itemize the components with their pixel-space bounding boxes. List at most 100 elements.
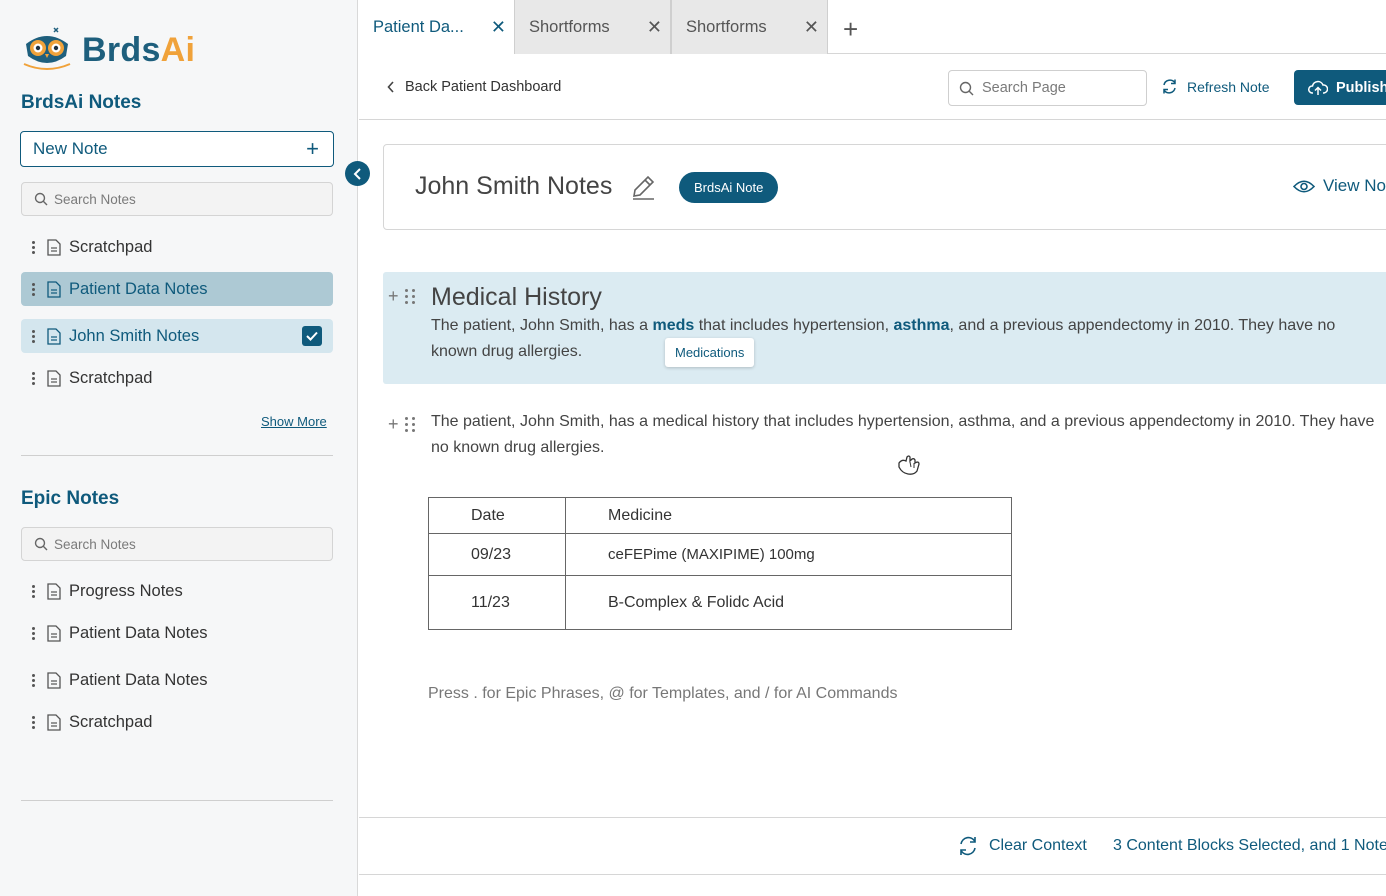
search-icon (34, 192, 48, 206)
footer-bar: Clear Context 3 Content Blocks Selected,… (359, 817, 1386, 875)
sidebar-item-john-smith-notes[interactable]: John Smith Notes (21, 319, 333, 353)
search-page-input[interactable] (982, 80, 1132, 96)
page-search-box (948, 70, 1147, 106)
brand-logo: BrdsAi (20, 26, 195, 74)
table-cell-date: 11/23 (428, 575, 566, 630)
table-row[interactable]: 11/23 B-Complex & Folidc Acid (428, 575, 1012, 630)
drag-handle-icon[interactable] (404, 289, 415, 304)
drag-handle-icon[interactable] (29, 673, 37, 687)
search-notes-box (21, 182, 333, 216)
document-icon (47, 671, 61, 689)
sidebar-item-scratchpad[interactable]: Scratchpad (21, 705, 333, 739)
search-notes-input[interactable] (54, 191, 314, 207)
block-controls: + (388, 286, 415, 307)
document-icon (47, 582, 61, 600)
sidebar-item-label: Progress Notes (69, 581, 183, 600)
table-cell-medicine: B-Complex & Folidc Acid (565, 575, 1012, 630)
close-icon[interactable]: ✕ (647, 17, 662, 38)
sidebar-item-label: Patient Data Notes (69, 670, 208, 689)
drag-handle-icon[interactable] (404, 417, 415, 432)
search-epic-notes-box (21, 527, 333, 561)
tab-shortforms[interactable]: Shortforms ✕ (671, 0, 828, 54)
tab-bar: Patient Da... ✕ Shortforms ✕ Shortforms … (359, 0, 1386, 54)
document-icon (47, 238, 61, 256)
tab-label: Shortforms (686, 17, 767, 36)
document-icon (47, 624, 61, 642)
back-patient-dashboard-link[interactable]: Back Patient Dashboard (387, 79, 561, 95)
document-icon (47, 369, 61, 387)
note-title: John Smith Notes (415, 172, 613, 200)
drag-handle-icon[interactable] (29, 240, 37, 254)
add-tab-icon[interactable]: + (843, 14, 858, 45)
medications-table: Date Medicine 09/23 ceFEPime (MAXIPIME) … (428, 497, 1012, 630)
close-icon[interactable]: ✕ (804, 17, 819, 38)
drag-handle-icon[interactable] (29, 282, 37, 296)
refresh-icon (1163, 79, 1176, 94)
toolbar: Back Patient Dashboard Refresh Note Publ… (359, 55, 1386, 120)
sidebar-item-label: John Smith Notes (69, 326, 200, 345)
close-icon[interactable]: ✕ (491, 17, 506, 38)
sidebar-item-progress-notes[interactable]: Progress Notes (21, 574, 333, 608)
publish-button[interactable]: Publish (1294, 70, 1386, 105)
owl-logo-icon (23, 27, 71, 70)
drag-handle-icon[interactable] (29, 715, 37, 729)
new-note-button[interactable]: New Note + (20, 131, 334, 167)
search-icon (34, 537, 48, 551)
eye-icon (1293, 179, 1315, 193)
drag-handle-icon[interactable] (29, 626, 37, 640)
search-icon (959, 81, 974, 95)
sidebar-item-scratchpad[interactable]: Scratchpad (21, 230, 333, 264)
new-note-label: New Note (33, 139, 108, 158)
selection-info: 3 Content Blocks Selected, and 1 Note (1113, 837, 1386, 854)
view-note-button[interactable]: View Note (1293, 176, 1386, 196)
clear-context-button[interactable]: Clear Context (957, 835, 1087, 857)
add-block-icon[interactable]: + (388, 286, 399, 307)
table-row[interactable]: 09/23 ceFEPime (MAXIPIME) 100mg (428, 533, 1012, 576)
drag-handle-icon[interactable] (29, 329, 37, 343)
document-icon (47, 713, 61, 731)
refresh-note-button[interactable]: Refresh Note (1161, 78, 1269, 95)
refresh-label: Refresh Note (1187, 78, 1270, 95)
sidebar-item-patient-data-notes[interactable]: Patient Data Notes (21, 616, 333, 650)
plus-icon: + (306, 136, 319, 161)
sidebar-item-label: Patient Data Notes (69, 279, 208, 298)
sidebar-item-scratchpad[interactable]: Scratchpad (21, 361, 333, 395)
sidebar-item-patient-data-notes[interactable]: Patient Data Notes (21, 272, 333, 306)
note-header-card: John Smith Notes BrdsAi Note View Note (383, 144, 1386, 230)
sidebar-item-label: Scratchpad (69, 368, 153, 387)
drag-handle-icon[interactable] (29, 584, 37, 598)
sidebar-item-label: Patient Data Notes (69, 623, 208, 642)
epic-notes-title: Epic Notes (21, 488, 120, 509)
drag-handle-icon[interactable] (29, 371, 37, 385)
tab-patient-data[interactable]: Patient Da... ✕ (359, 0, 514, 54)
sidebar: BrdsAi BrdsAi Notes New Note + Scratchpa… (0, 0, 358, 896)
back-label: Back Patient Dashboard (405, 79, 562, 95)
editor-hint[interactable]: Press . for Epic Phrases, @ for Template… (428, 685, 897, 703)
document-icon (47, 280, 61, 298)
table-header-date: Date (428, 497, 566, 534)
table-header-row: Date Medicine (428, 497, 1012, 534)
keyword-asthma[interactable]: asthma (894, 317, 950, 334)
tab-shortforms[interactable]: Shortforms ✕ (514, 0, 671, 54)
chevron-left-icon (387, 81, 394, 93)
sidebar-item-patient-data-notes[interactable]: Patient Data Notes (21, 663, 333, 697)
sidebar-divider (21, 455, 333, 456)
keyword-meds[interactable]: meds (652, 317, 694, 334)
table-cell-date: 09/23 (428, 533, 566, 576)
sidebar-item-label: Scratchpad (69, 712, 153, 731)
cloud-upload-icon (1308, 80, 1328, 95)
block-controls: + (388, 414, 415, 435)
show-more-link[interactable]: Show More (261, 414, 327, 429)
search-epic-notes-input[interactable] (54, 536, 314, 552)
brand-name-part1: Brds (82, 30, 161, 69)
hand-cursor-icon (896, 453, 922, 482)
paragraph-text: that includes hypertension, (694, 317, 894, 334)
pencil-edit-icon[interactable] (630, 173, 656, 206)
chevron-left-icon (353, 167, 361, 180)
add-block-icon[interactable]: + (388, 414, 399, 435)
tab-label: Shortforms (529, 17, 610, 36)
collapse-sidebar-button[interactable] (345, 161, 370, 186)
note-checkbox[interactable] (302, 326, 322, 346)
brand-name-part2: Ai (160, 30, 196, 69)
checkmark-icon (306, 331, 318, 341)
